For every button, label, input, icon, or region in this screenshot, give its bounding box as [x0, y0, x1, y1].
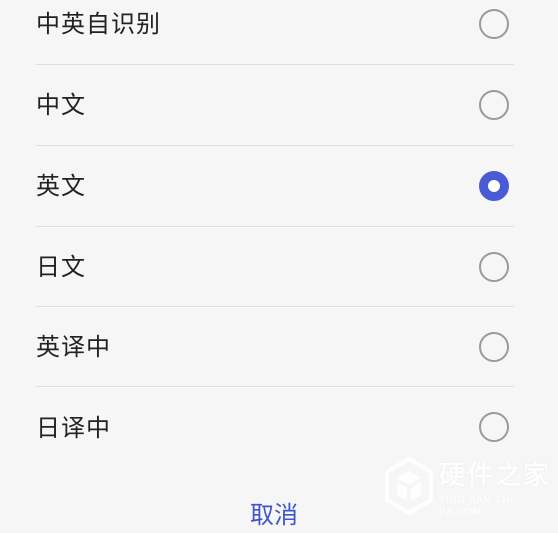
hexagon-logo-icon [385, 457, 433, 515]
option-label: 英文 [36, 172, 86, 200]
radio-selected-icon[interactable] [479, 171, 509, 201]
option-label: 日文 [36, 253, 86, 281]
radio-unselected-icon[interactable] [479, 9, 509, 39]
radio-unselected-icon[interactable] [479, 90, 509, 120]
option-row-english-to-chinese[interactable]: 英译中 [0, 307, 558, 387]
radio-unselected-icon[interactable] [479, 332, 509, 362]
cancel-button[interactable]: 取消 [219, 497, 329, 533]
option-label: 英译中 [36, 333, 111, 361]
option-label: 中英自识别 [36, 10, 161, 38]
language-option-sheet: 中英自识别 中文 英文 日文 英译中 日译中 取消 硬件之家 YING JIAN… [0, 0, 558, 532]
divider [36, 386, 514, 387]
watermark-subtitle: YING JIAN ZHI JIA.COM [439, 495, 514, 518]
option-row-japanese[interactable]: 日文 [0, 227, 558, 307]
site-watermark: 硬件之家 YING JIAN ZHI JIA.COM [384, 457, 554, 519]
option-row-japanese-to-chinese[interactable]: 日译中 [0, 388, 558, 468]
option-label: 中文 [36, 91, 86, 119]
option-label: 日译中 [36, 414, 111, 442]
watermark-title: 硬件之家 [439, 461, 552, 491]
option-row-auto[interactable]: 中英自识别 [0, 0, 558, 64]
radio-unselected-icon[interactable] [479, 252, 509, 282]
radio-unselected-icon[interactable] [479, 412, 509, 442]
option-row-chinese[interactable]: 中文 [0, 65, 558, 145]
option-row-english[interactable]: 英文 [0, 146, 558, 226]
